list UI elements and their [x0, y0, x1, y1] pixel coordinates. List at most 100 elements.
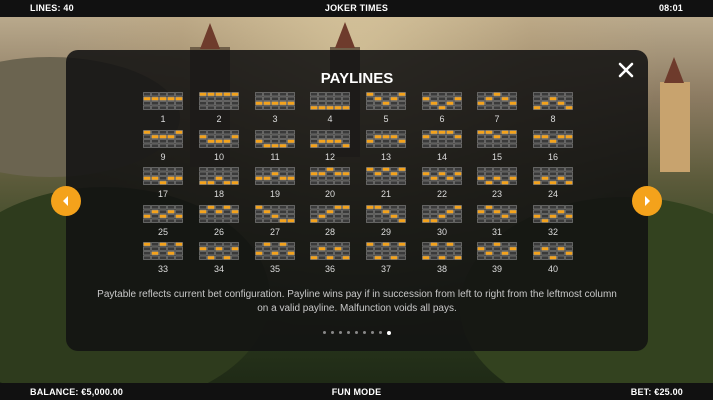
next-page-button[interactable]: [632, 186, 662, 216]
payline-cell: [509, 218, 517, 223]
payline-cell: [398, 130, 406, 135]
payline-cell-active: [318, 171, 326, 176]
payline-cell-active: [366, 139, 374, 144]
payline-cell: [287, 255, 295, 260]
payline-cell: [398, 255, 406, 260]
payline-cell: [454, 218, 462, 223]
payline-cell-active: [422, 171, 430, 176]
payline-number: 28: [324, 227, 335, 237]
payline-cell-active: [318, 214, 326, 219]
payline-cell-active: [422, 134, 430, 139]
payline-cell-active: [279, 242, 287, 247]
payline-cell: [255, 246, 263, 251]
payline-number: 18: [213, 189, 224, 199]
payline-pattern: [477, 130, 517, 148]
payline-cell-active: [398, 139, 406, 144]
payline-cell: [271, 139, 279, 144]
payline-cell: [255, 92, 263, 97]
payline-cell: [366, 180, 374, 185]
payline-cell: [255, 209, 263, 214]
payline-cell: [533, 139, 541, 144]
payline-cell: [533, 101, 541, 106]
payline-cell: [334, 167, 342, 172]
payline-cell-active: [287, 251, 295, 256]
payline-cell: [390, 251, 398, 256]
payline-cell: [366, 255, 374, 260]
payline-cell: [310, 214, 318, 219]
payline-cell-active: [215, 92, 223, 97]
payline-cell: [485, 246, 493, 251]
payline-cell: [557, 180, 565, 185]
payline-cell: [159, 205, 167, 210]
payline-cell: [342, 209, 350, 214]
payline-cell: [326, 251, 334, 256]
payline-cell: [454, 139, 462, 144]
payline-cell-active: [151, 96, 159, 101]
payline-cell: [342, 251, 350, 256]
payline-cell: [318, 92, 326, 97]
payline-cell-active: [287, 139, 295, 144]
payline-cell: [446, 255, 454, 260]
payline-cell-active: [167, 209, 175, 214]
payline-cell-active: [215, 176, 223, 181]
payline-cell: [549, 242, 557, 247]
payline-cell: [446, 171, 454, 176]
payline-cell-active: [454, 171, 462, 176]
payline-cell: [422, 246, 430, 251]
payline-cell: [334, 130, 342, 135]
payline-cell: [199, 171, 207, 176]
payline-cell: [223, 96, 231, 101]
payline-cell: [271, 218, 279, 223]
payline-pattern: [310, 130, 350, 148]
payline-cell: [159, 171, 167, 176]
payline-5: 5: [366, 92, 406, 124]
payline-cell-active: [477, 130, 485, 135]
payline-cell-active: [159, 96, 167, 101]
payline-cell: [215, 218, 223, 223]
payline-cell: [422, 209, 430, 214]
payline-cell: [390, 105, 398, 110]
payline-cell: [159, 209, 167, 214]
payline-cell: [223, 251, 231, 256]
payline-cell: [366, 105, 374, 110]
payline-cell-active: [501, 214, 509, 219]
payline-cell-active: [231, 180, 239, 185]
previous-page-button[interactable]: [51, 186, 81, 216]
payline-cell-active: [151, 134, 159, 139]
payline-number: 20: [324, 189, 335, 199]
payline-cell: [263, 180, 271, 185]
page-dot[interactable]: [387, 330, 391, 335]
payline-cell-active: [438, 255, 446, 260]
payline-cell: [541, 180, 549, 185]
payline-cell-active: [565, 180, 573, 185]
payline-cell: [279, 180, 287, 185]
payline-cell-active: [175, 96, 183, 101]
payline-cell-active: [485, 180, 493, 185]
payline-cell: [199, 214, 207, 219]
payline-cell-active: [199, 92, 207, 97]
payline-cell: [287, 92, 295, 97]
payline-number: 9: [160, 152, 166, 162]
payline-cell: [446, 180, 454, 185]
payline-10: 10: [199, 130, 239, 162]
payline-cell: [215, 134, 223, 139]
payline-cell: [199, 101, 207, 106]
payline-cell: [477, 92, 485, 97]
payline-35: 35: [255, 242, 295, 274]
payline-cell-active: [430, 130, 438, 135]
payline-cell-active: [565, 134, 573, 139]
payline-cell-active: [549, 96, 557, 101]
payline-cell: [175, 167, 183, 172]
payline-cell: [143, 180, 151, 185]
payline-cell: [287, 246, 295, 251]
payline-pattern: [310, 167, 350, 185]
payline-cell: [565, 96, 573, 101]
payline-cell-active: [159, 242, 167, 247]
payline-pattern: [199, 205, 239, 223]
payline-number: 22: [436, 189, 447, 199]
payline-cell: [231, 143, 239, 148]
payline-cell: [159, 246, 167, 251]
payline-cell: [231, 130, 239, 135]
payline-cell: [255, 130, 263, 135]
payline-cell-active: [310, 255, 318, 260]
